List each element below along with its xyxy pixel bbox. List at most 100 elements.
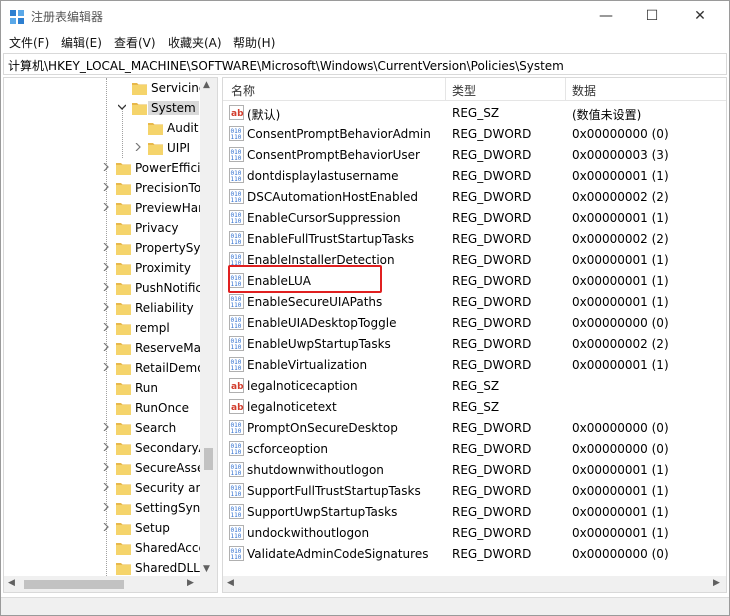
tree-item[interactable]: ReserveMana [4, 338, 216, 358]
list-horizontal-scrollbar[interactable]: ◀ ▶ [223, 576, 726, 592]
value-row[interactable]: 010 110 undockwithoutlogon REG_DWORD 0x0… [223, 522, 726, 543]
expand-arrow-icon[interactable] [102, 423, 110, 431]
tree-item[interactable]: UIPI [4, 138, 204, 158]
tree-vertical-scrollbar[interactable]: ▲ ▼ [200, 78, 217, 576]
values-list[interactable]: 名称 类型 数据 ab (默认) REG_SZ (数值未设置) 010 110 … [222, 77, 727, 593]
value-row[interactable]: 010 110 SupportFullTrustStartupTasks REG… [223, 480, 726, 501]
value-type: REG_DWORD [452, 274, 532, 288]
value-row[interactable]: 010 110 EnableUIADesktopToggle REG_DWORD… [223, 312, 726, 333]
tree-item[interactable]: PreviewHandl [4, 198, 217, 218]
column-divider[interactable] [445, 78, 446, 101]
tree-item[interactable]: Security and M [4, 478, 217, 498]
tree-item[interactable]: SecondaryAut [4, 438, 217, 458]
tree-horizontal-scrollbar[interactable]: ◀ ▶ [4, 576, 200, 592]
value-row[interactable]: 010 110 EnableVirtualization REG_DWORD 0… [223, 354, 726, 375]
expand-arrow-icon[interactable] [102, 303, 110, 311]
tree-item-label: Privacy [135, 221, 179, 235]
title-bar[interactable]: 注册表编辑器 — ☐ ✕ [1, 1, 729, 31]
expand-arrow-icon[interactable] [102, 163, 110, 171]
value-row[interactable]: 010 110 EnableSecureUIAPaths REG_DWORD 0… [223, 291, 726, 312]
tree-item[interactable]: SettingSync [4, 498, 207, 518]
tree-item[interactable]: SharedDLLs [4, 558, 207, 578]
expand-arrow-icon[interactable] [102, 503, 110, 511]
dword-value-icon: 010 110 [229, 525, 244, 540]
folder-icon [116, 263, 131, 275]
value-row[interactable]: 010 110 ValidateAdminCodeSignatures REG_… [223, 543, 726, 564]
value-row[interactable]: 010 110 EnableUwpStartupTasks REG_DWORD … [223, 333, 726, 354]
value-data: 0x00000001 (1) [572, 211, 669, 225]
close-button[interactable]: ✕ [677, 1, 723, 31]
tree-item[interactable]: Audit [4, 118, 204, 138]
scroll-right-icon[interactable]: ▶ [187, 578, 194, 588]
value-row[interactable]: 010 110 ConsentPromptBehaviorUser REG_DW… [223, 144, 726, 165]
value-row[interactable]: 010 110 ConsentPromptBehaviorAdmin REG_D… [223, 123, 726, 144]
value-row[interactable]: ab (默认) REG_SZ (数值未设置) [223, 102, 726, 123]
menu-edit[interactable]: 编辑(E) [61, 34, 102, 51]
tree-hscroll-thumb[interactable] [24, 580, 124, 589]
scroll-left-icon[interactable]: ◀ [227, 578, 234, 588]
tree-scroll-thumb[interactable] [204, 448, 213, 470]
collapse-arrow-icon[interactable] [118, 103, 126, 111]
expand-arrow-icon[interactable] [102, 283, 110, 291]
menu-view[interactable]: 查看(V) [114, 34, 156, 51]
value-data: 0x00000000 (0) [572, 127, 669, 141]
scroll-down-icon[interactable]: ▼ [203, 564, 210, 574]
tree-item[interactable]: SecureAssess [4, 458, 217, 478]
key-tree[interactable]: Servicing System Audit UIPI PowerEfficie… [3, 77, 218, 593]
address-bar[interactable]: 计算机\HKEY_LOCAL_MACHINE\SOFTWARE\Microsof… [3, 53, 727, 75]
menu-help[interactable]: 帮助(H) [233, 34, 275, 51]
scroll-right-icon[interactable]: ▶ [713, 578, 720, 588]
expand-arrow-icon[interactable] [102, 523, 110, 531]
expand-arrow-icon[interactable] [102, 483, 110, 491]
value-row[interactable]: 010 110 SupportUwpStartupTasks REG_DWORD… [223, 501, 726, 522]
expand-arrow-icon[interactable] [102, 263, 110, 271]
expand-arrow-icon[interactable] [102, 183, 110, 191]
value-row[interactable]: 010 110 dontdisplaylastusername REG_DWOR… [223, 165, 726, 186]
menu-favorites[interactable]: 收藏夹(A) [168, 34, 222, 51]
scroll-up-icon[interactable]: ▲ [203, 80, 210, 90]
tree-item[interactable]: PushNotificati [4, 278, 217, 298]
tree-item[interactable]: Setup [4, 518, 204, 538]
tree-item[interactable]: rempl [4, 318, 204, 338]
value-row[interactable]: 010 110 EnableFullTrustStartupTasks REG_… [223, 228, 726, 249]
tree-item[interactable]: Run [4, 378, 204, 398]
tree-item[interactable]: PropertySyste [4, 238, 217, 258]
value-row[interactable]: 010 110 scforceoption REG_DWORD 0x000000… [223, 438, 726, 459]
value-row[interactable]: 010 110 DSCAutomationHostEnabled REG_DWO… [223, 186, 726, 207]
expand-arrow-icon[interactable] [102, 343, 110, 351]
tree-item[interactable]: Reliability [4, 298, 204, 318]
tree-item[interactable]: System [4, 98, 204, 118]
tree-item[interactable]: PrecisionTouc [4, 178, 215, 198]
maximize-button[interactable]: ☐ [629, 1, 675, 31]
tree-item[interactable]: RetailDemo [4, 358, 205, 378]
value-name: PromptOnSecureDesktop [247, 421, 398, 435]
expand-arrow-icon[interactable] [134, 143, 142, 151]
menu-file[interactable]: 文件(F) [9, 34, 49, 51]
expand-arrow-icon[interactable] [102, 243, 110, 251]
column-header-data[interactable]: 数据 [572, 82, 596, 99]
minimize-button[interactable]: — [583, 1, 629, 31]
expand-arrow-icon[interactable] [102, 323, 110, 331]
column-divider[interactable] [565, 78, 566, 101]
value-row[interactable]: 010 110 PromptOnSecureDesktop REG_DWORD … [223, 417, 726, 438]
tree-item[interactable]: Servicing [4, 78, 207, 98]
tree-item[interactable]: Privacy [4, 218, 204, 238]
expand-arrow-icon[interactable] [102, 363, 110, 371]
value-row[interactable]: ab legalnoticetext REG_SZ [223, 396, 726, 417]
folder-icon [116, 543, 131, 555]
value-row[interactable]: 010 110 shutdownwithoutlogon REG_DWORD 0… [223, 459, 726, 480]
column-header-name[interactable]: 名称 [231, 82, 255, 99]
tree-item[interactable]: Search [4, 418, 204, 438]
tree-item-label: SharedDLLs [135, 561, 207, 575]
expand-arrow-icon[interactable] [102, 463, 110, 471]
tree-item[interactable]: PowerEfficien [4, 158, 215, 178]
column-header-type[interactable]: 类型 [452, 82, 476, 99]
tree-item[interactable]: Proximity [4, 258, 204, 278]
scroll-left-icon[interactable]: ◀ [8, 578, 15, 588]
expand-arrow-icon[interactable] [102, 203, 110, 211]
expand-arrow-icon[interactable] [102, 443, 110, 451]
tree-item[interactable]: RunOnce [4, 398, 204, 418]
tree-item[interactable]: SharedAccess [4, 538, 217, 558]
value-row[interactable]: ab legalnoticecaption REG_SZ [223, 375, 726, 396]
value-row[interactable]: 010 110 EnableCursorSuppression REG_DWOR… [223, 207, 726, 228]
